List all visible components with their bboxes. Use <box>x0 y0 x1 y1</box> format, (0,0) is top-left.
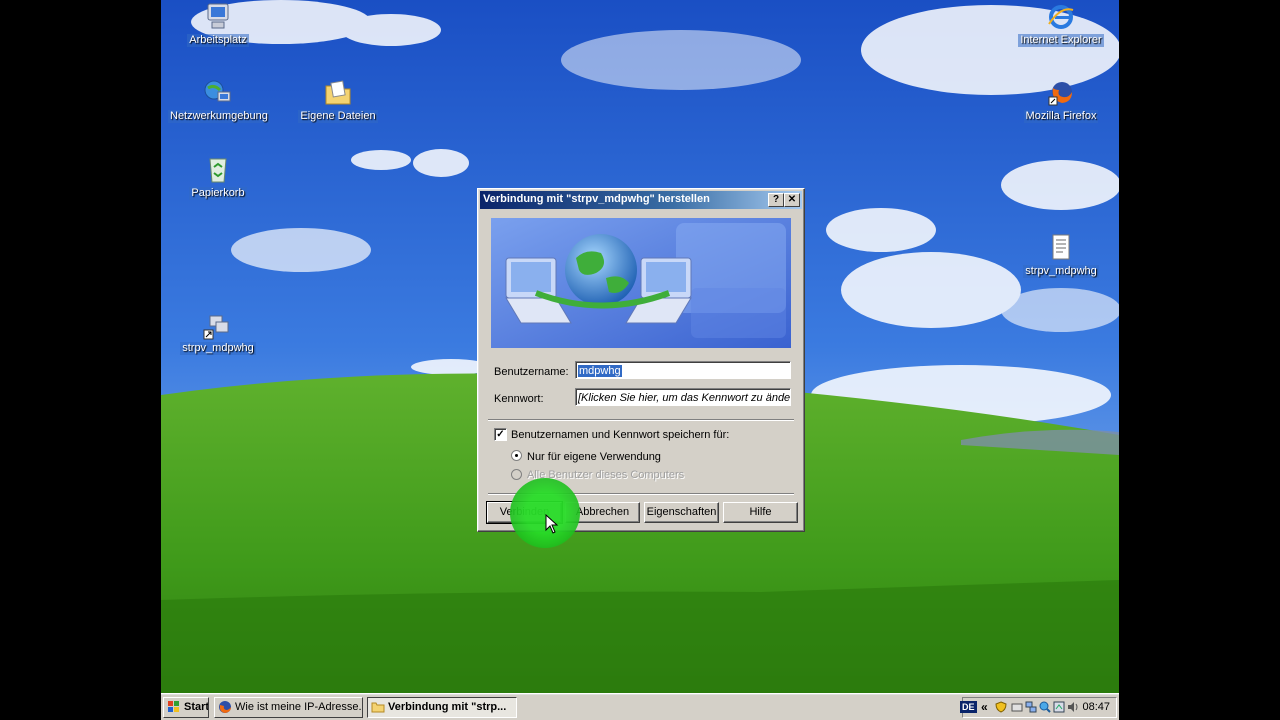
properties-button[interactable]: Eigenschaften <box>644 502 719 523</box>
username-value: mdpwhg <box>578 365 622 377</box>
desktop-icon-netzwerkumgebung[interactable]: Netzwerkumgebung <box>168 78 270 123</box>
close-button[interactable]: ✕ <box>784 193 800 207</box>
my-computer-icon <box>207 3 229 29</box>
security-shield-icon[interactable] <box>995 701 1007 713</box>
taskbar-item-firefox[interactable]: Wie ist meine IP-Adresse... <box>214 697 363 718</box>
expand-tray-button[interactable]: « <box>981 700 988 714</box>
username-input[interactable]: mdpwhg <box>575 361 791 379</box>
radio-own-use[interactable] <box>511 450 522 461</box>
network-connection-icon[interactable] <box>1025 701 1037 713</box>
clock[interactable]: 08:47 <box>1082 701 1110 713</box>
start-label: Start <box>184 701 209 713</box>
taskbar-item-connect-dialog[interactable]: Verbindung mit "strp... <box>367 697 517 718</box>
network-places-icon <box>204 80 231 102</box>
desktop-icon-strpv-file[interactable]: strpv_mdpwhg <box>1011 233 1111 278</box>
help-title-button[interactable]: ? <box>768 193 784 207</box>
save-credentials-checkbox[interactable]: ✓ <box>494 428 507 441</box>
radio-own-use-label: Nur für eigene Verwendung <box>527 451 661 463</box>
dialup-connection-icon <box>203 315 229 340</box>
desktop-icon-papierkorb[interactable]: Papierkorb <box>168 155 268 200</box>
desktop-icon-eigene-dateien[interactable]: Eigene Dateien <box>288 78 388 123</box>
text-document-icon <box>1052 234 1070 260</box>
volume-icon[interactable] <box>1067 701 1079 713</box>
help-button[interactable]: Hilfe <box>723 502 798 523</box>
taskbar-item-label: Wie ist meine IP-Adresse... <box>235 701 363 713</box>
network-connection-banner <box>491 218 791 348</box>
click-highlight <box>510 478 580 548</box>
desktop-icon-label: strpv_mdpwhg <box>180 342 256 355</box>
folder-icon <box>371 702 385 713</box>
desktop-icon-internet-explorer[interactable]: Internet Explorer <box>1011 2 1111 47</box>
taskbar: Start Wie ist meine IP-Adresse... Verbin… <box>161 693 1119 720</box>
save-credentials-label: Benutzernamen und Kennwort speichern für… <box>511 429 730 441</box>
removable-device-icon[interactable] <box>1011 701 1023 713</box>
connect-dialog: Verbindung mit "strpv_mdpwhg" herstellen… <box>477 188 805 532</box>
taskbar-item-label: Verbindung mit "strp... <box>388 701 507 713</box>
my-documents-icon <box>325 80 351 105</box>
radio-all-users[interactable] <box>511 469 522 480</box>
desktop-icon-label: Arbeitsplatz <box>187 34 249 47</box>
desktop-icon-label: Internet Explorer <box>1018 34 1104 47</box>
language-indicator[interactable]: DE <box>960 701 977 713</box>
separator <box>488 419 794 421</box>
desktop-icon-mozilla-firefox[interactable]: Mozilla Firefox <box>1011 78 1111 123</box>
desktop-icon-label: Papierkorb <box>189 187 247 200</box>
recycle-bin-icon <box>209 158 227 183</box>
system-tray: DE « 08:47 <box>960 697 1117 718</box>
network-activity-icon[interactable] <box>1053 701 1065 713</box>
dialog-titlebar[interactable]: Verbindung mit "strpv_mdpwhg" herstellen… <box>480 191 802 209</box>
password-label: Kennwort: <box>494 393 544 405</box>
desktop-icon-label: strpv_mdpwhg <box>1023 265 1099 278</box>
windows-logo-icon <box>168 701 179 712</box>
desktop-icon-arbeitsplatz[interactable]: Arbeitsplatz <box>168 2 268 47</box>
desktop-screen: Arbeitsplatz Netzwerkumgebung Eigene Dat… <box>161 0 1119 720</box>
start-button[interactable]: Start <box>163 697 209 718</box>
username-label: Benutzername: <box>494 366 569 378</box>
dialog-title: Verbindung mit "strpv_mdpwhg" herstellen <box>483 193 710 205</box>
internet-explorer-icon <box>1048 5 1074 29</box>
desktop-icon-label: Eigene Dateien <box>298 110 378 123</box>
desktop-icon-label: Mozilla Firefox <box>1023 110 1099 123</box>
desktop-icon-label: Netzwerkumgebung <box>168 110 270 123</box>
firefox-icon <box>1048 82 1072 106</box>
mouse-cursor-icon <box>545 514 559 534</box>
search-icon[interactable] <box>1039 701 1051 713</box>
password-input[interactable]: [Klicken Sie hier, um das Kennwort zu än… <box>575 388 791 406</box>
desktop-icon-strpv-connection[interactable]: strpv_mdpwhg <box>168 310 268 355</box>
firefox-icon <box>219 701 231 713</box>
